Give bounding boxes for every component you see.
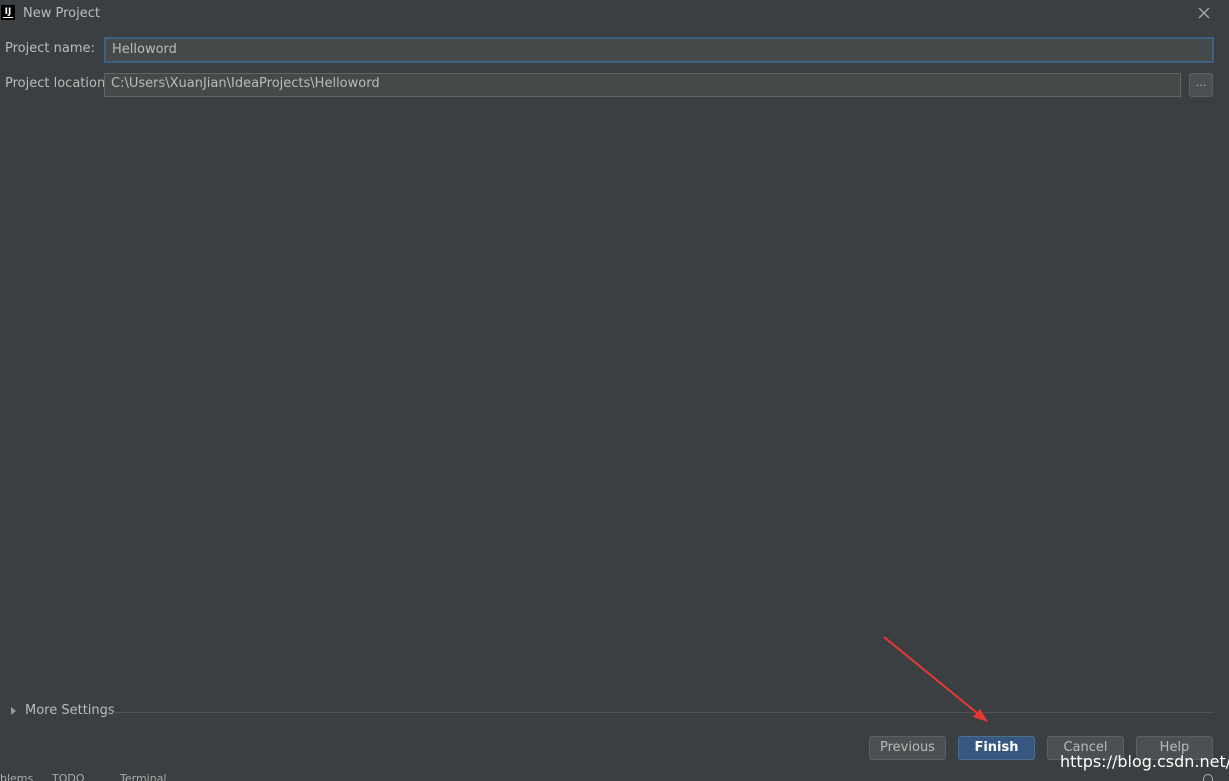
project-location-label: Project location: — [5, 76, 110, 91]
window-title: New Project — [23, 6, 100, 21]
status-item-todo[interactable]: TODO — [52, 773, 85, 781]
watermark-text: https://blog.csdn.net/m — [1060, 752, 1229, 771]
project-location-input[interactable]: C:\Users\XuanJian\IdeaProjects\Helloword — [104, 73, 1181, 97]
project-name-label: Project name: — [5, 41, 95, 56]
close-icon — [1198, 7, 1210, 19]
caret-right-icon — [11, 707, 16, 715]
intellij-logo-icon: IJ — [1, 5, 15, 20]
project-name-input[interactable]: Helloword — [104, 37, 1214, 63]
status-item-terminal[interactable]: Terminal — [120, 773, 167, 781]
previous-button[interactable]: Previous — [869, 736, 946, 760]
search-icon[interactable] — [1203, 774, 1213, 781]
annotation-arrow — [883, 636, 988, 722]
status-bar: blems TODO Terminal — [0, 772, 1229, 781]
more-settings-label: More Settings — [25, 703, 115, 718]
finish-button[interactable]: Finish — [958, 736, 1035, 760]
title-bar: IJ New Project — [0, 0, 1229, 28]
status-item-problems[interactable]: blems — [0, 773, 33, 781]
browse-button[interactable]: ... — [1189, 73, 1213, 97]
close-button[interactable] — [1195, 4, 1213, 22]
more-settings-divider — [113, 712, 1214, 713]
